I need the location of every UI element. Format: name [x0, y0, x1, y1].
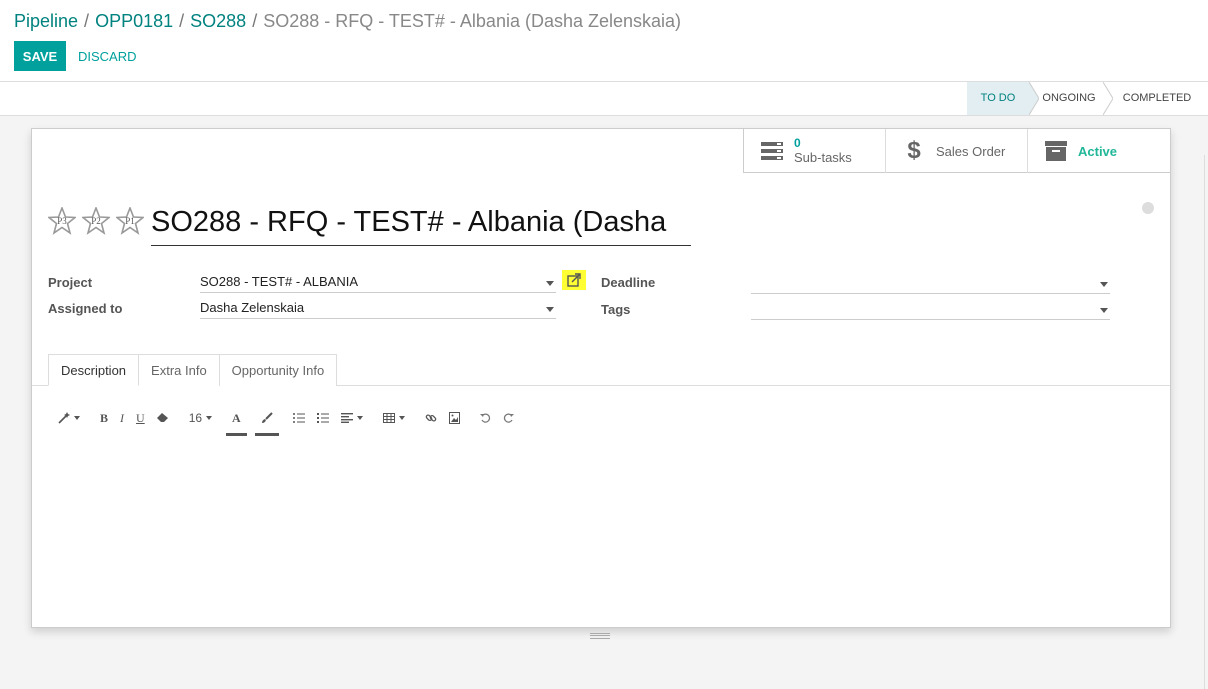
font-color-button[interactable]: A — [226, 406, 247, 436]
eraser-button[interactable] — [153, 406, 173, 430]
assigned-to-value: Dasha Zelenskaia — [200, 300, 305, 315]
resize-handle[interactable] — [590, 633, 610, 639]
priority-label: P2 — [91, 216, 101, 226]
bold-button[interactable]: B — [96, 406, 112, 430]
bullet-list-icon — [292, 413, 305, 423]
priority-label: P1 — [125, 216, 135, 226]
chevron-down-icon — [398, 416, 405, 420]
undo-icon — [479, 412, 490, 423]
underline-icon: U — [136, 410, 145, 425]
eraser-icon — [156, 413, 168, 422]
redo-icon — [503, 412, 514, 423]
save-button[interactable]: SAVE — [14, 41, 66, 71]
align-button[interactable] — [337, 406, 367, 430]
breadcrumb-current: SO288 - RFQ - TEST# - Albania (Dasha Zel… — [263, 11, 682, 31]
external-link-button[interactable] — [562, 270, 586, 290]
discard-button[interactable]: DISCARD — [78, 41, 137, 71]
paint-brush-icon — [261, 412, 273, 423]
control-panel: Pipeline / OPP0181/SO288/SO288 - RFQ - TES… — [0, 0, 1208, 82]
font-color-icon: A — [232, 410, 241, 425]
stage-ongoing[interactable]: ONGOING — [1038, 82, 1100, 115]
breadcrumb-sale-order[interactable]: SO288 — [190, 11, 246, 31]
active-toggle-button[interactable]: Active — [1028, 129, 1170, 173]
editor-toolbar: B I U 16 A — [54, 403, 522, 436]
breadcrumb-separator: / — [179, 11, 185, 31]
archive-icon — [1044, 139, 1068, 163]
sales-order-label: Sales Order — [936, 143, 1006, 159]
chevron-down-icon — [74, 416, 80, 420]
form-sheet: 0 Sub-tasks $ Sales Order Active P3 P2 P1… — [31, 128, 1171, 628]
italic-button[interactable]: I — [116, 406, 128, 430]
breadcrumb-separator: / — [84, 11, 90, 31]
sales-order-button[interactable]: $ Sales Order — [886, 129, 1028, 173]
deadline-label: Deadline — [601, 275, 656, 290]
font-size-value: 16 — [188, 411, 203, 425]
breadcrumb-opportunity[interactable]: OPP0181 — [95, 11, 173, 31]
priority-star-p3[interactable]: P3 — [46, 205, 78, 235]
bold-icon: B — [100, 410, 109, 425]
image-button[interactable] — [445, 406, 464, 430]
stage-completed[interactable]: COMPLETED — [1116, 82, 1198, 115]
underline-button[interactable]: U — [132, 406, 149, 430]
project-label: Project — [48, 275, 93, 290]
font-size-button[interactable]: 16 — [185, 406, 216, 430]
bullet-list-button[interactable] — [289, 406, 309, 430]
subtasks-button[interactable]: 0 Sub-tasks — [744, 129, 886, 173]
priority-star-p1[interactable]: P1 — [114, 205, 146, 235]
assigned-to-label: Assigned to — [48, 301, 123, 316]
stage-todo[interactable]: TO DO — [967, 82, 1029, 115]
tags-label: Tags — [601, 302, 631, 317]
italic-icon: I — [120, 410, 125, 425]
tab-opportunity-info[interactable]: Opportunity Info — [218, 354, 338, 386]
chevron-down-icon[interactable] — [1100, 308, 1108, 313]
redo-button[interactable] — [499, 406, 518, 430]
chevron-down-icon[interactable] — [1100, 282, 1108, 287]
tab-description[interactable]: Description — [48, 354, 140, 386]
kanban-state-dot[interactable] — [1142, 202, 1154, 214]
external-link-icon — [567, 273, 581, 287]
tasks-icon — [760, 139, 784, 163]
subtasks-label: Sub-tasks — [794, 150, 852, 165]
status-bar: TO DO ONGOING COMPLETED — [0, 82, 1208, 116]
chevron-down-icon — [356, 416, 363, 420]
breadcrumb: Pipeline / OPP0181/SO288/SO288 - RFQ - TES… — [14, 11, 681, 32]
table-button[interactable] — [379, 406, 409, 430]
background-color-button[interactable] — [254, 406, 279, 436]
task-title-input[interactable]: SO288 - RFQ - TEST# - Albania (Dasha — [151, 202, 691, 246]
notebook-tabs: Description Extra Info Opportunity Info — [48, 354, 338, 386]
undo-button[interactable] — [476, 406, 495, 430]
chevron-down-icon[interactable] — [546, 281, 554, 286]
table-icon — [382, 413, 395, 423]
project-value: SO288 - TEST# - ALBANIA — [200, 274, 358, 289]
image-icon — [448, 412, 460, 424]
style-button[interactable] — [54, 406, 84, 430]
subtasks-count: 0 — [794, 136, 801, 150]
dollar-icon: $ — [907, 137, 921, 164]
link-icon — [425, 414, 437, 422]
magic-wand-icon — [58, 412, 70, 424]
project-field[interactable]: SO288 - TEST# - ALBANIA — [200, 273, 556, 293]
tab-extra-info[interactable]: Extra Info — [138, 354, 220, 386]
numbered-list-icon — [316, 413, 329, 423]
page-scroll-edge — [1204, 155, 1208, 689]
chevron-down-icon — [206, 416, 213, 420]
priority-star-p2[interactable]: P2 — [80, 205, 112, 235]
button-box: 0 Sub-tasks $ Sales Order Active — [743, 129, 1170, 173]
stage-chevron-icon — [1103, 82, 1113, 115]
chevron-down-icon[interactable] — [546, 307, 554, 312]
priority-label: P3 — [57, 216, 67, 226]
active-label: Active — [1078, 143, 1118, 159]
link-button[interactable] — [421, 406, 441, 430]
tags-field[interactable] — [751, 300, 1110, 320]
breadcrumb-separator: / — [252, 11, 258, 31]
breadcrumb-pipeline[interactable]: Pipeline — [14, 11, 78, 31]
assigned-to-field[interactable]: Dasha Zelenskaia — [200, 299, 556, 319]
numbered-list-button[interactable] — [313, 406, 333, 430]
align-left-icon — [340, 413, 353, 423]
deadline-field[interactable] — [751, 274, 1110, 294]
